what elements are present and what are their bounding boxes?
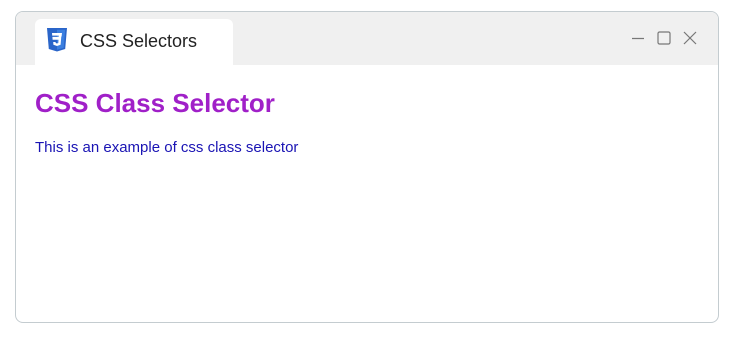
css3-icon	[46, 28, 68, 54]
browser-window: CSS Selectors CSS Class Selector This is…	[15, 11, 719, 323]
minimize-icon[interactable]	[629, 29, 647, 47]
maximize-icon[interactable]	[655, 29, 673, 47]
tab-css-selectors[interactable]: CSS Selectors	[35, 19, 233, 65]
title-bar: CSS Selectors	[16, 12, 718, 65]
page-paragraph: This is an example of css class selector	[35, 139, 299, 156]
page-heading: CSS Class Selector	[35, 88, 275, 118]
page-content: CSS Class Selector This is an example of…	[16, 65, 718, 322]
close-icon[interactable]	[681, 29, 699, 47]
tab-title: CSS Selectors	[80, 31, 198, 51]
